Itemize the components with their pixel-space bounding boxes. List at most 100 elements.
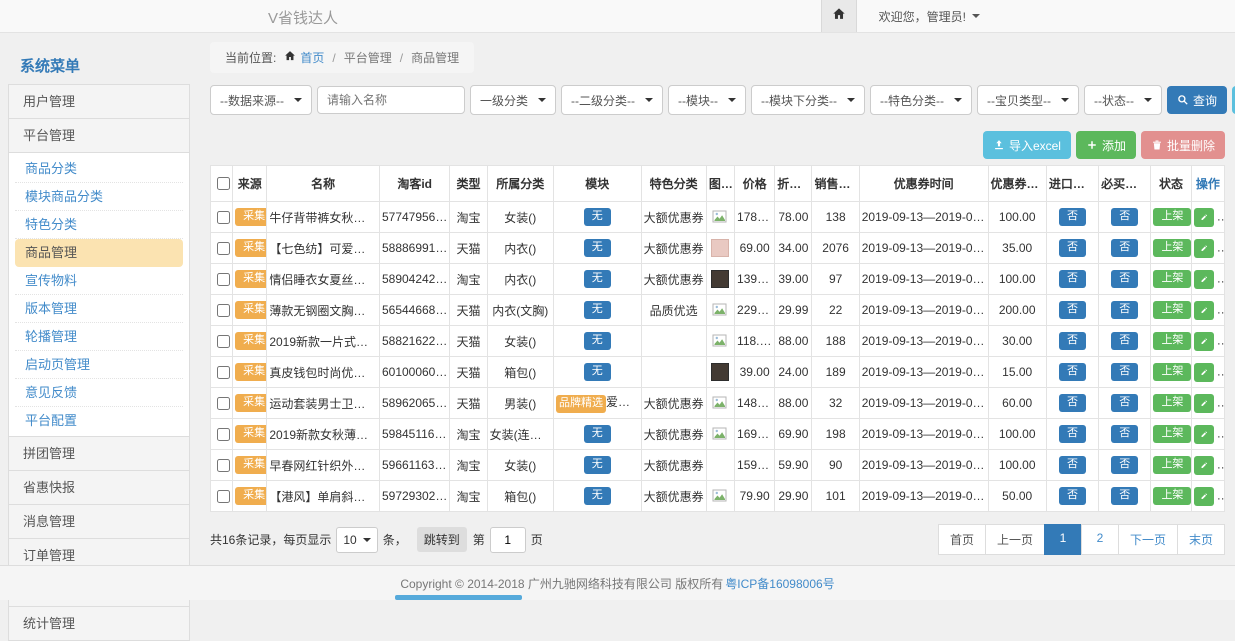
import-select-badge[interactable]: 否 <box>1059 425 1086 443</box>
must-buy-badge[interactable]: 否 <box>1111 363 1138 381</box>
status-badge[interactable]: 上架 <box>1153 239 1191 257</box>
search-button[interactable]: 查询 <box>1167 86 1227 114</box>
row-checkbox[interactable] <box>217 273 230 286</box>
sidebar-group-平台管理[interactable]: 平台管理 <box>8 118 190 152</box>
edit-button[interactable] <box>1194 394 1214 413</box>
row-checkbox[interactable] <box>217 428 230 441</box>
import-select-badge[interactable]: 否 <box>1059 487 1086 505</box>
import-select-badge[interactable]: 否 <box>1059 456 1086 474</box>
status-badge[interactable]: 上架 <box>1153 208 1191 226</box>
sidebar-item-宣传物料[interactable]: 宣传物料 <box>15 267 183 295</box>
edit-button[interactable] <box>1194 270 1214 289</box>
status-badge[interactable]: 上架 <box>1153 363 1191 381</box>
filter-select-模块[interactable]: --模块-- <box>668 85 746 115</box>
batch-delete-button[interactable]: 批量删除 <box>1141 131 1225 159</box>
must-buy-badge[interactable]: 否 <box>1111 487 1138 505</box>
user-menu[interactable]: 欢迎您，管理员! <box>879 8 980 25</box>
import-select-badge[interactable]: 否 <box>1059 208 1086 226</box>
sidebar-group-用户管理[interactable]: 用户管理 <box>8 84 190 118</box>
module-badge[interactable]: 无 <box>584 456 611 474</box>
sidebar-item-模块商品分类[interactable]: 模块商品分类 <box>15 183 183 211</box>
row-checkbox[interactable] <box>217 490 230 503</box>
row-checkbox[interactable] <box>217 397 230 410</box>
jump-button[interactable]: 跳转到 <box>417 527 467 552</box>
must-buy-badge[interactable]: 否 <box>1111 239 1138 257</box>
row-checkbox[interactable] <box>217 459 230 472</box>
status-badge[interactable]: 上架 <box>1153 456 1191 474</box>
must-buy-badge[interactable]: 否 <box>1111 332 1138 350</box>
sidebar-item-商品分类[interactable]: 商品分类 <box>15 155 183 183</box>
filter-select-数据来源[interactable]: --数据来源-- <box>210 85 312 115</box>
import-select-badge[interactable]: 否 <box>1059 301 1086 319</box>
icp-link[interactable]: 粤ICP备16098006号 <box>725 575 834 592</box>
sidebar-item-特色分类[interactable]: 特色分类 <box>15 211 183 239</box>
status-badge[interactable]: 上架 <box>1153 332 1191 350</box>
filter-select-二级分类[interactable]: --二级分类-- <box>561 85 663 115</box>
row-checkbox[interactable] <box>217 211 230 224</box>
status-badge[interactable]: 上架 <box>1153 394 1191 412</box>
edit-button[interactable] <box>1194 456 1214 475</box>
edit-button[interactable] <box>1194 487 1214 506</box>
filter-select-宝贝类型[interactable]: --宝贝类型-- <box>977 85 1079 115</box>
page-button-1[interactable]: 1 <box>1044 524 1082 555</box>
import-select-badge[interactable]: 否 <box>1059 239 1086 257</box>
page-button-末页[interactable]: 末页 <box>1177 524 1225 555</box>
sidebar-item-商品管理[interactable]: 商品管理 <box>15 239 183 267</box>
product-name-input[interactable] <box>317 86 465 114</box>
edit-button[interactable] <box>1194 301 1214 320</box>
page-button-上一页[interactable]: 上一页 <box>985 524 1045 555</box>
sidebar-group-消息管理[interactable]: 消息管理 <box>8 504 190 538</box>
import-select-badge[interactable]: 否 <box>1059 363 1086 381</box>
breadcrumb-home-link[interactable]: 首页 <box>300 49 324 66</box>
sidebar-item-版本管理[interactable]: 版本管理 <box>15 295 183 323</box>
edit-button[interactable] <box>1194 239 1214 258</box>
select-all-checkbox[interactable] <box>217 177 230 190</box>
page-button-下一页[interactable]: 下一页 <box>1118 524 1178 555</box>
must-buy-badge[interactable]: 否 <box>1111 425 1138 443</box>
edit-button[interactable] <box>1194 425 1214 444</box>
module-badge[interactable]: 无 <box>584 425 611 443</box>
filter-select-一级分类[interactable]: 一级分类 <box>470 85 556 115</box>
status-badge[interactable]: 上架 <box>1153 301 1191 319</box>
module-badge[interactable]: 无 <box>584 208 611 226</box>
sidebar-group-统计管理[interactable]: 统计管理 <box>8 606 190 641</box>
page-button-首页[interactable]: 首页 <box>938 524 986 555</box>
must-buy-badge[interactable]: 否 <box>1111 394 1138 412</box>
page-button-2[interactable]: 2 <box>1081 524 1119 555</box>
module-badge[interactable]: 无 <box>584 239 611 257</box>
import-select-badge[interactable]: 否 <box>1059 332 1086 350</box>
filter-select-状态[interactable]: --状态-- <box>1084 85 1162 115</box>
sidebar-item-平台配置[interactable]: 平台配置 <box>15 407 183 434</box>
row-checkbox[interactable] <box>217 304 230 317</box>
must-buy-badge[interactable]: 否 <box>1111 208 1138 226</box>
filter-select-模块下分类[interactable]: --模块下分类-- <box>751 85 865 115</box>
import-select-badge[interactable]: 否 <box>1059 394 1086 412</box>
must-buy-badge[interactable]: 否 <box>1111 301 1138 319</box>
sidebar-item-启动页管理[interactable]: 启动页管理 <box>15 351 183 379</box>
sidebar-item-轮播管理[interactable]: 轮播管理 <box>15 323 183 351</box>
jump-page-input[interactable] <box>490 527 526 553</box>
status-badge[interactable]: 上架 <box>1153 270 1191 288</box>
row-checkbox[interactable] <box>217 366 230 379</box>
sidebar-item-意见反馈[interactable]: 意见反馈 <box>15 379 183 407</box>
sidebar-group-拼团管理[interactable]: 拼团管理 <box>8 436 190 470</box>
module-badge[interactable]: 无 <box>584 332 611 350</box>
module-badge[interactable]: 无 <box>584 363 611 381</box>
home-button[interactable] <box>821 0 857 32</box>
row-checkbox[interactable] <box>217 242 230 255</box>
horizontal-scrollbar-thumb[interactable] <box>395 595 522 600</box>
module-badge[interactable]: 无 <box>584 301 611 319</box>
status-badge[interactable]: 上架 <box>1153 425 1191 443</box>
edit-button[interactable] <box>1194 208 1214 227</box>
must-buy-badge[interactable]: 否 <box>1111 456 1138 474</box>
status-badge[interactable]: 上架 <box>1153 487 1191 505</box>
import-excel-button[interactable]: 导入excel <box>983 131 1071 159</box>
must-buy-badge[interactable]: 否 <box>1111 270 1138 288</box>
row-checkbox[interactable] <box>217 335 230 348</box>
sidebar-group-省惠快报[interactable]: 省惠快报 <box>8 470 190 504</box>
filter-select-特色分类[interactable]: --特色分类-- <box>870 85 972 115</box>
edit-button[interactable] <box>1194 363 1214 382</box>
import-select-badge[interactable]: 否 <box>1059 270 1086 288</box>
module-badge[interactable]: 无 <box>584 487 611 505</box>
module-badge[interactable]: 无 <box>584 270 611 288</box>
